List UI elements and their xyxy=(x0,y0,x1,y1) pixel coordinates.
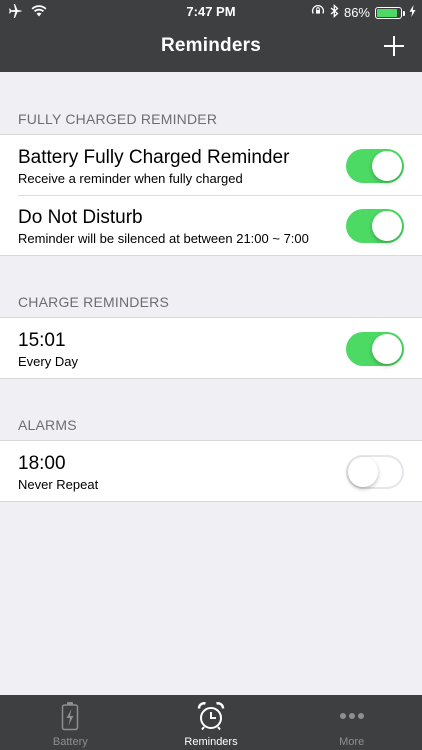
section-header-fully-charged: FULLY CHARGED REMINDER xyxy=(18,111,218,127)
tab-battery[interactable]: Battery xyxy=(0,695,141,750)
charging-bolt-icon xyxy=(409,5,416,20)
row-subtitle: Every Day xyxy=(18,354,78,369)
battery-icon xyxy=(375,6,405,19)
do-not-disturb-toggle[interactable] xyxy=(346,209,404,243)
toggle-knob xyxy=(372,334,402,364)
tab-label: Reminders xyxy=(184,736,238,748)
tab-bar: Battery Reminders More xyxy=(0,695,422,750)
row-title: Battery Fully Charged Reminder xyxy=(18,147,290,168)
fully-charged-group: Battery Fully Charged Reminder Receive a… xyxy=(0,134,422,256)
tab-label: Battery xyxy=(52,736,88,748)
row-subtitle: Receive a reminder when fully charged xyxy=(18,171,243,186)
page-title: Reminders xyxy=(160,35,261,56)
alarm-clock-icon xyxy=(197,702,225,731)
row-title: Do Not Disturb xyxy=(18,207,143,228)
section-header-charge-reminders: CHARGE REMINDERS xyxy=(18,294,169,310)
more-dots-icon xyxy=(339,713,364,719)
row-subtitle: Reminder will be silenced at between 21:… xyxy=(18,231,309,246)
row-subtitle: Never Repeat xyxy=(18,477,99,492)
alarms-group: 18:00 Never Repeat xyxy=(0,440,422,502)
orientation-lock-icon xyxy=(311,4,325,21)
bluetooth-icon xyxy=(330,3,339,21)
battery-percent: 86% xyxy=(343,5,370,20)
toggle-knob xyxy=(372,211,402,241)
charge-reminders-group: 15:01 Every Day xyxy=(0,317,422,379)
list-item-fully-charged-reminder[interactable]: Battery Fully Charged Reminder Receive a… xyxy=(0,135,422,195)
navigation-bar: 7:47 PM 86% Reminders xyxy=(0,0,422,72)
status-bar: 7:47 PM 86% xyxy=(0,0,422,24)
list-item-charge-reminder[interactable]: 15:01 Every Day xyxy=(0,318,422,378)
list-item-alarm[interactable]: 18:00 Never Repeat xyxy=(0,441,422,501)
section-header-alarms: ALARMS xyxy=(18,417,77,433)
row-title: 18:00 xyxy=(18,453,66,474)
fully-charged-toggle[interactable] xyxy=(346,149,404,183)
charge-reminder-toggle[interactable] xyxy=(346,332,404,366)
battery-fill xyxy=(377,8,397,17)
tab-label: More xyxy=(339,736,365,748)
toggle-knob xyxy=(348,457,378,487)
alarm-toggle[interactable] xyxy=(346,455,404,489)
plus-icon xyxy=(384,36,404,56)
add-reminder-button[interactable] xyxy=(382,34,406,58)
tab-reminders[interactable]: Reminders xyxy=(141,695,282,750)
battery-tab-icon xyxy=(62,702,79,731)
toggle-knob xyxy=(372,151,402,181)
tab-more[interactable]: More xyxy=(281,695,422,750)
row-title: 15:01 xyxy=(18,330,66,351)
list-item-do-not-disturb[interactable]: Do Not Disturb Reminder will be silenced… xyxy=(0,195,422,255)
